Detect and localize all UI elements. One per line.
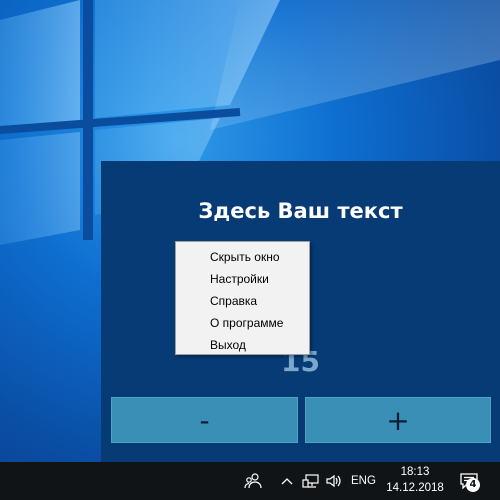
people-icon[interactable] xyxy=(240,462,266,500)
app-title: Здесь Ваш текст xyxy=(198,199,403,223)
language-indicator[interactable]: ENG xyxy=(351,462,376,500)
clock-date: 14.12.2018 xyxy=(386,482,444,494)
menu-item-hide-window[interactable]: Скрыть окно xyxy=(176,246,309,268)
increment-button[interactable]: + xyxy=(305,397,491,443)
taskbar: ENG 18:13 14.12.2018 xyxy=(0,462,500,500)
volume-icon[interactable] xyxy=(323,462,345,500)
menu-item-exit[interactable]: Выход xyxy=(176,334,309,356)
chevron-up-icon[interactable] xyxy=(278,462,296,500)
menu-item-help[interactable]: Справка xyxy=(176,290,309,312)
menu-item-settings[interactable]: Настройки xyxy=(176,268,309,290)
notification-count-badge: 4 xyxy=(466,478,480,492)
menu-item-about[interactable]: О программе xyxy=(176,312,309,334)
clock-time: 18:13 xyxy=(400,466,430,478)
clock[interactable]: 18:13 14.12.2018 xyxy=(383,464,447,496)
decrement-button[interactable]: - xyxy=(111,397,298,443)
context-menu: Скрыть окно Настройки Справка О программ… xyxy=(175,241,310,355)
network-icon[interactable] xyxy=(300,462,322,500)
